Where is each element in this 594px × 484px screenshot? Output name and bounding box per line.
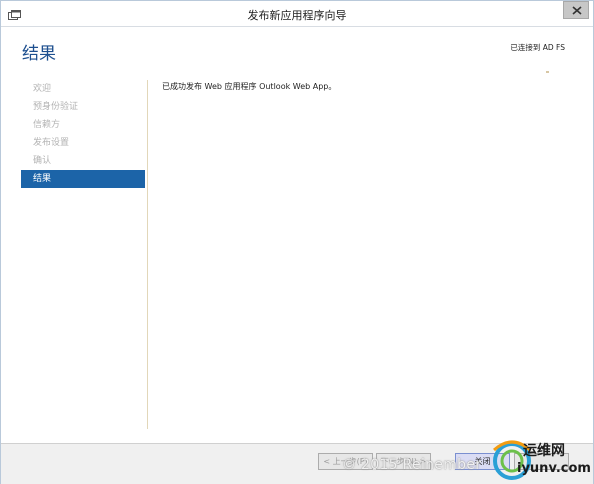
logo-text-cn: 运维网	[523, 443, 565, 459]
nav-step-relying-party[interactable]: 信赖方	[21, 116, 145, 134]
nav-step-welcome[interactable]: 欢迎	[21, 80, 145, 98]
title-bar: 发布新应用程序向导	[1, 1, 593, 27]
close-icon	[572, 6, 582, 15]
nav-step-publishing-settings[interactable]: 发布设置	[21, 134, 145, 152]
connection-status: 已连接到 AD FS	[510, 43, 565, 52]
wizard-steps-nav: 欢迎 预身份验证 信赖方 发布设置 确认 结果	[21, 80, 145, 188]
window-close-button[interactable]	[563, 1, 589, 19]
nav-divider	[147, 80, 148, 429]
logo-text-en: iyunv.com	[517, 461, 591, 476]
copyright-watermark: © 2015 Reinember	[342, 457, 482, 473]
page-title: 结果	[22, 44, 56, 64]
wizard-window: 发布新应用程序向导 结果 已连接到 AD FS 欢迎 预身份验证 信赖方 发布设…	[0, 0, 594, 484]
result-message: 已成功发布 Web 应用程序 Outlook Web App。	[162, 82, 337, 91]
window-title: 发布新应用程序向导	[247, 9, 347, 22]
nav-step-confirmation[interactable]: 确认	[21, 152, 145, 170]
nav-step-results[interactable]: 结果	[21, 170, 145, 188]
nav-step-preauthentication[interactable]: 预身份验证	[21, 98, 145, 116]
decorative-marker	[546, 71, 549, 73]
